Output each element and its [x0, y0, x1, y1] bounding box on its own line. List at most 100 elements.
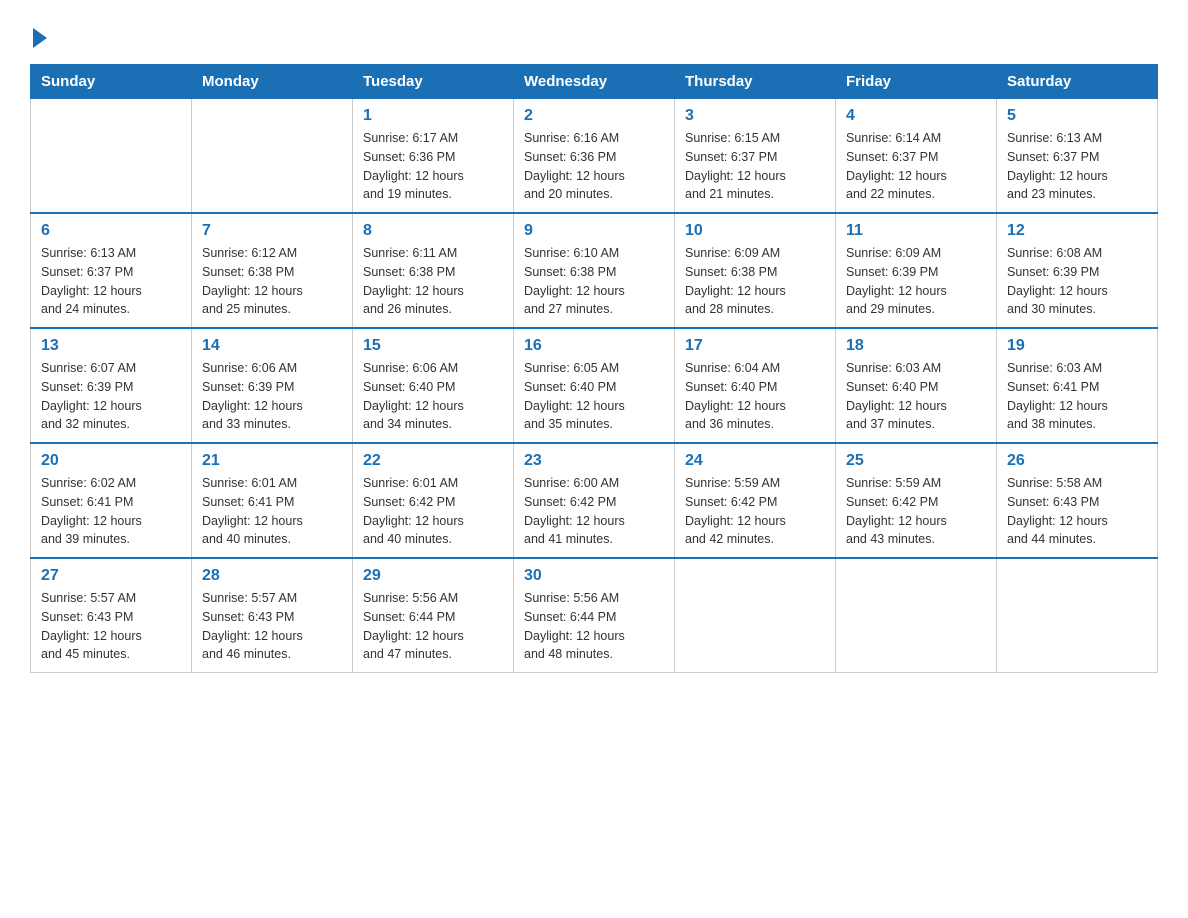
day-number: 26: [1007, 452, 1147, 470]
calendar-cell: 4Sunrise: 6:14 AMSunset: 6:37 PMDaylight…: [836, 99, 997, 214]
calendar-cell: [31, 99, 192, 214]
day-info: Sunrise: 6:09 AMSunset: 6:39 PMDaylight:…: [846, 244, 986, 319]
calendar-cell: 7 Sunrise: 6:12 AMSunset: 6:38 PMDaylight…: [192, 213, 353, 328]
day-number: 5: [1007, 107, 1147, 125]
day-number: 22: [363, 452, 503, 470]
calendar-cell: 13 Sunrise: 6:07 AMSunset: 6:39 PMDayligh…: [31, 328, 192, 443]
calendar-cell: 9 Sunrise: 6:10 AMSunset: 6:38 PMDaylight…: [514, 213, 675, 328]
day-info: Sunrise: 6:04 AMSunset: 6:40 PMDaylight:…: [685, 359, 825, 434]
day-info: Sunrise: 5:56 AMSunset: 6:44 PMDaylight:…: [524, 589, 664, 664]
day-info: Sunrise: 6:15 AMSunset: 6:37 PMDaylight:…: [685, 129, 825, 204]
day-info: Sunrise: 6:01 AMSunset: 6:42 PMDaylight:…: [363, 474, 503, 549]
calendar-cell: 3 Sunrise: 6:15 AMSunset: 6:37 PMDaylight…: [675, 99, 836, 214]
calendar-day-header: Friday: [836, 65, 997, 99]
day-number: 9: [524, 222, 664, 240]
calendar-day-header: Monday: [192, 65, 353, 99]
day-number: 17: [685, 337, 825, 355]
day-number: 18: [846, 337, 986, 355]
calendar-cell: 20 Sunrise: 6:02 AMSunset: 6:41 PMDayligh…: [31, 443, 192, 558]
day-info: Sunrise: 6:03 AMSunset: 6:41 PMDaylight:…: [1007, 359, 1147, 434]
page-header: [30, 20, 1158, 48]
day-info: Sunrise: 5:56 AMSunset: 6:44 PMDaylight:…: [363, 589, 503, 664]
calendar-week-row: 1Sunrise: 6:17 AMSunset: 6:36 PMDaylight…: [31, 99, 1158, 214]
day-number: 24: [685, 452, 825, 470]
day-number: 29: [363, 567, 503, 585]
day-number: 14: [202, 337, 342, 355]
day-number: 2: [524, 107, 664, 125]
day-info: Sunrise: 6:01 AMSunset: 6:41 PMDaylight:…: [202, 474, 342, 549]
calendar-cell: 6Sunrise: 6:13 AMSunset: 6:37 PMDaylight…: [31, 213, 192, 328]
day-info: Sunrise: 6:13 AMSunset: 6:37 PMDaylight:…: [41, 244, 181, 319]
calendar-week-row: 27 Sunrise: 5:57 AMSunset: 6:43 PMDayligh…: [31, 558, 1158, 673]
day-info: Sunrise: 6:06 AMSunset: 6:39 PMDaylight:…: [202, 359, 342, 434]
logo-triangle-icon: [33, 28, 47, 48]
day-number: 28: [202, 567, 342, 585]
day-info: Sunrise: 6:02 AMSunset: 6:41 PMDaylight:…: [41, 474, 181, 549]
day-number: 20: [41, 452, 181, 470]
day-info: Sunrise: 6:05 AMSunset: 6:40 PMDaylight:…: [524, 359, 664, 434]
day-info: Sunrise: 5:58 AMSunset: 6:43 PMDaylight:…: [1007, 474, 1147, 549]
calendar-cell: 16 Sunrise: 6:05 AMSunset: 6:40 PMDayligh…: [514, 328, 675, 443]
calendar-cell: 28 Sunrise: 5:57 AMSunset: 6:43 PMDayligh…: [192, 558, 353, 673]
day-info: Sunrise: 5:57 AMSunset: 6:43 PMDaylight:…: [202, 589, 342, 664]
calendar-cell: 5 Sunrise: 6:13 AMSunset: 6:37 PMDaylight…: [997, 99, 1158, 214]
day-number: 7: [202, 222, 342, 240]
calendar-cell: [192, 99, 353, 214]
day-info: Sunrise: 5:57 AMSunset: 6:43 PMDaylight:…: [41, 589, 181, 664]
day-info: Sunrise: 6:16 AMSunset: 6:36 PMDaylight:…: [524, 129, 664, 204]
calendar-cell: 25 Sunrise: 5:59 AMSunset: 6:42 PMDayligh…: [836, 443, 997, 558]
day-info: Sunrise: 6:00 AMSunset: 6:42 PMDaylight:…: [524, 474, 664, 549]
calendar-week-row: 20 Sunrise: 6:02 AMSunset: 6:41 PMDayligh…: [31, 443, 1158, 558]
calendar-cell: 21 Sunrise: 6:01 AMSunset: 6:41 PMDayligh…: [192, 443, 353, 558]
calendar-cell: 15 Sunrise: 6:06 AMSunset: 6:40 PMDayligh…: [353, 328, 514, 443]
day-number: 30: [524, 567, 664, 585]
day-info: Sunrise: 6:06 AMSunset: 6:40 PMDaylight:…: [363, 359, 503, 434]
day-number: 1: [363, 107, 503, 125]
day-number: 21: [202, 452, 342, 470]
day-number: 10: [685, 222, 825, 240]
day-number: 27: [41, 567, 181, 585]
calendar-cell: 1Sunrise: 6:17 AMSunset: 6:36 PMDaylight…: [353, 99, 514, 214]
day-number: 3: [685, 107, 825, 125]
day-info: Sunrise: 6:12 AMSunset: 6:38 PMDaylight:…: [202, 244, 342, 319]
calendar-day-header: Saturday: [997, 65, 1158, 99]
calendar-cell: [675, 558, 836, 673]
calendar-day-header: Thursday: [675, 65, 836, 99]
day-number: 23: [524, 452, 664, 470]
day-number: 4: [846, 107, 986, 125]
calendar-table: SundayMondayTuesdayWednesdayThursdayFrid…: [30, 64, 1158, 673]
calendar-cell: 10Sunrise: 6:09 AMSunset: 6:38 PMDayligh…: [675, 213, 836, 328]
day-number: 25: [846, 452, 986, 470]
day-number: 19: [1007, 337, 1147, 355]
calendar-cell: 22 Sunrise: 6:01 AMSunset: 6:42 PMDayligh…: [353, 443, 514, 558]
day-number: 11: [846, 222, 986, 240]
calendar-cell: 23 Sunrise: 6:00 AMSunset: 6:42 PMDayligh…: [514, 443, 675, 558]
calendar-cell: 12Sunrise: 6:08 AMSunset: 6:39 PMDayligh…: [997, 213, 1158, 328]
calendar-cell: 24 Sunrise: 5:59 AMSunset: 6:42 PMDayligh…: [675, 443, 836, 558]
day-number: 16: [524, 337, 664, 355]
calendar-cell: 18 Sunrise: 6:03 AMSunset: 6:40 PMDayligh…: [836, 328, 997, 443]
day-info: Sunrise: 6:13 AMSunset: 6:37 PMDaylight:…: [1007, 129, 1147, 204]
calendar-cell: 8Sunrise: 6:11 AMSunset: 6:38 PMDaylight…: [353, 213, 514, 328]
calendar-cell: 27 Sunrise: 5:57 AMSunset: 6:43 PMDayligh…: [31, 558, 192, 673]
calendar-header-row: SundayMondayTuesdayWednesdayThursdayFrid…: [31, 65, 1158, 99]
day-info: Sunrise: 6:07 AMSunset: 6:39 PMDaylight:…: [41, 359, 181, 434]
calendar-day-header: Sunday: [31, 65, 192, 99]
calendar-day-header: Tuesday: [353, 65, 514, 99]
day-info: Sunrise: 6:03 AMSunset: 6:40 PMDaylight:…: [846, 359, 986, 434]
calendar-cell: [997, 558, 1158, 673]
day-number: 15: [363, 337, 503, 355]
day-info: Sunrise: 5:59 AMSunset: 6:42 PMDaylight:…: [685, 474, 825, 549]
day-info: Sunrise: 6:10 AMSunset: 6:38 PMDaylight:…: [524, 244, 664, 319]
calendar-week-row: 6Sunrise: 6:13 AMSunset: 6:37 PMDaylight…: [31, 213, 1158, 328]
day-number: 13: [41, 337, 181, 355]
calendar-cell: 19 Sunrise: 6:03 AMSunset: 6:41 PMDayligh…: [997, 328, 1158, 443]
calendar-week-row: 13 Sunrise: 6:07 AMSunset: 6:39 PMDayligh…: [31, 328, 1158, 443]
day-info: Sunrise: 5:59 AMSunset: 6:42 PMDaylight:…: [846, 474, 986, 549]
day-number: 8: [363, 222, 503, 240]
calendar-cell: 29 Sunrise: 5:56 AMSunset: 6:44 PMDayligh…: [353, 558, 514, 673]
calendar-cell: 14 Sunrise: 6:06 AMSunset: 6:39 PMDayligh…: [192, 328, 353, 443]
calendar-cell: 30 Sunrise: 5:56 AMSunset: 6:44 PMDayligh…: [514, 558, 675, 673]
day-number: 12: [1007, 222, 1147, 240]
calendar-cell: [836, 558, 997, 673]
